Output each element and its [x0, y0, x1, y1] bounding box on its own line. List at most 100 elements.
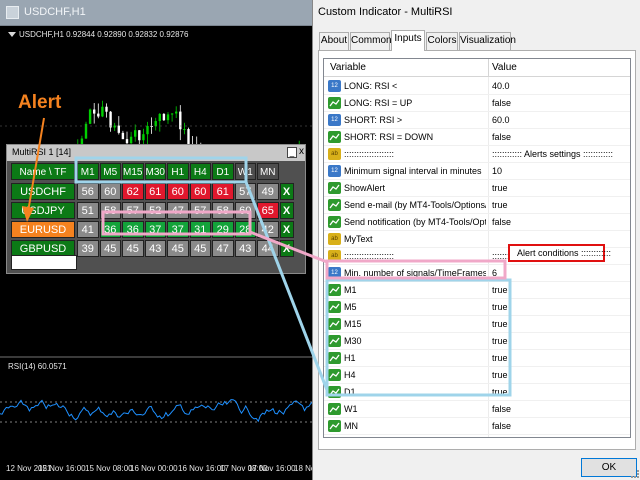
rsi-value-cell[interactable]: 60	[99, 183, 121, 200]
rsi-value-cell[interactable]: 36	[99, 221, 121, 238]
param-value[interactable]: 6	[492, 268, 497, 278]
rsi-value-cell[interactable]: 31	[189, 221, 211, 238]
param-value[interactable]: 40.0	[492, 81, 510, 91]
parameter-row[interactable]: M1 true	[324, 282, 630, 299]
multirsi-titlebar[interactable]: MultiRSI 1 [14] _ x	[7, 145, 305, 161]
rsi-value-cell[interactable]: 62	[122, 183, 144, 200]
parameter-row[interactable]: LONG: RSI = UP false	[324, 95, 630, 112]
parameter-row[interactable]: H4 true	[324, 367, 630, 384]
symbol-button-eurusd[interactable]: EURUSD	[11, 221, 75, 238]
rsi-value-cell[interactable]: 61	[144, 183, 166, 200]
param-value[interactable]: false	[492, 132, 511, 142]
param-value[interactable]: false	[492, 98, 511, 108]
rsi-value-cell[interactable]: 43	[144, 240, 166, 257]
rsi-value-cell[interactable]: 42	[257, 221, 279, 238]
param-value[interactable]: 10	[492, 166, 502, 176]
chart-titlebar[interactable]: USDCHF,H1	[0, 0, 312, 26]
parameter-row[interactable]: M30 true	[324, 333, 630, 350]
param-value[interactable]: true	[492, 319, 508, 329]
close-icon[interactable]: x	[299, 147, 309, 158]
rsi-value-cell[interactable]: 60	[234, 202, 256, 219]
timeframe-header-d1[interactable]: D1	[212, 163, 234, 180]
rsi-value-cell[interactable]: 36	[122, 221, 144, 238]
parameter-row[interactable]: 12 Min. number of signals/TimeFrames 6	[324, 265, 630, 282]
param-value[interactable]: true	[492, 302, 508, 312]
rsi-value-cell[interactable]: 28	[234, 221, 256, 238]
timeframe-header-m1[interactable]: M1	[77, 163, 99, 180]
rsi-value-cell[interactable]: 45	[99, 240, 121, 257]
timeframe-header-h4[interactable]: H4	[189, 163, 211, 180]
column-divider[interactable]	[488, 59, 489, 77]
rsi-value-cell[interactable]: 58	[212, 202, 234, 219]
symbol-button-usdchf[interactable]: USDCHF	[11, 183, 75, 200]
rsi-value-cell[interactable]: 45	[189, 240, 211, 257]
param-value[interactable]: false	[492, 404, 511, 414]
timeframe-header-m5[interactable]: M5	[99, 163, 121, 180]
parameter-row[interactable]: Send notification (by MT4-Tools/Optio...…	[324, 214, 630, 231]
timeframe-header-w1[interactable]: W1	[234, 163, 256, 180]
tab-visualization[interactable]: Visualization	[459, 32, 516, 50]
rsi-value-cell[interactable]: 52	[144, 202, 166, 219]
param-value[interactable]: false	[492, 421, 511, 431]
parameter-row[interactable]: H1 true	[324, 350, 630, 367]
parameter-row[interactable]: ab:::::::::::::::::::::::::::::::: Alert…	[324, 146, 630, 163]
rsi-value-cell[interactable]: 57	[189, 202, 211, 219]
rsi-value-cell[interactable]: 29	[212, 221, 234, 238]
parameter-row[interactable]: MN false	[324, 418, 630, 435]
timeframe-header-m15[interactable]: M15	[122, 163, 144, 180]
parameter-row[interactable]: 12 LONG: RSI < 40.0	[324, 78, 630, 95]
value-column-header[interactable]: Value	[492, 62, 517, 73]
param-value[interactable]: 60.0	[492, 115, 510, 125]
rsi-value-cell[interactable]: 37	[167, 221, 189, 238]
rsi-value-cell[interactable]: 37	[144, 221, 166, 238]
param-value[interactable]: true	[492, 285, 508, 295]
tab-colors[interactable]: Colors	[426, 32, 458, 50]
rsi-value-cell[interactable]: 44	[257, 240, 279, 257]
rsi-value-cell[interactable]: 57	[234, 183, 256, 200]
variable-column-header[interactable]: Variable	[330, 62, 366, 73]
parameter-row[interactable]: M5 true	[324, 299, 630, 316]
remove-symbol-button[interactable]: X	[279, 202, 294, 219]
ok-button[interactable]: OK	[581, 458, 637, 477]
param-value[interactable]: :::::::::::: Alerts settings :::::::::::…	[492, 149, 613, 159]
resize-grip-icon[interactable]	[631, 470, 639, 478]
rsi-value-cell[interactable]: 60	[167, 183, 189, 200]
param-value[interactable]: true	[492, 370, 508, 380]
tab-about[interactable]: About	[319, 32, 349, 50]
timeframe-header-m30[interactable]: M30	[144, 163, 166, 180]
minimize-button[interactable]: _	[287, 147, 297, 158]
rsi-value-cell[interactable]: 39	[77, 240, 99, 257]
parameter-row[interactable]: W1 false	[324, 401, 630, 418]
param-value[interactable]: true	[492, 336, 508, 346]
remove-symbol-button[interactable]: X	[279, 221, 294, 238]
timeframe-header-mn[interactable]: MN	[257, 163, 279, 180]
rsi-value-cell[interactable]: 65	[257, 202, 279, 219]
parameter-row[interactable]: 12 SHORT: RSI > 60.0	[324, 112, 630, 129]
rsi-value-cell[interactable]: 47	[212, 240, 234, 257]
param-value[interactable]: true	[492, 200, 508, 210]
rsi-value-cell[interactable]: 56	[77, 183, 99, 200]
rsi-value-cell[interactable]: 47	[167, 202, 189, 219]
rsi-value-cell[interactable]: 58	[99, 202, 121, 219]
rsi-value-cell[interactable]: 51	[77, 202, 99, 219]
param-value[interactable]: true	[492, 387, 508, 397]
symbol-button-usdjpy[interactable]: USDJPY	[11, 202, 75, 219]
rsi-value-cell[interactable]: 60	[189, 183, 211, 200]
rsi-value-cell[interactable]: 61	[212, 183, 234, 200]
parameter-row[interactable]: Send e-mail (by MT4-Tools/Options/) true	[324, 197, 630, 214]
param-value[interactable]: false	[492, 217, 511, 227]
remove-symbol-button[interactable]: X	[279, 240, 294, 257]
rsi-chart[interactable]	[0, 358, 312, 458]
rsi-value-cell[interactable]: 43	[234, 240, 256, 257]
timeframe-header-h1[interactable]: H1	[167, 163, 189, 180]
parameter-row[interactable]: SHORT: RSI = DOWN false	[324, 129, 630, 146]
param-value[interactable]: true	[492, 183, 508, 193]
rsi-value-cell[interactable]: 49	[257, 183, 279, 200]
multirsi-text-input[interactable]	[11, 255, 77, 270]
tab-inputs[interactable]: Inputs	[391, 30, 425, 51]
tab-common[interactable]: Common	[350, 32, 392, 50]
remove-symbol-button[interactable]: X	[279, 183, 294, 200]
parameter-row[interactable]: M15 true	[324, 316, 630, 333]
rsi-value-cell[interactable]: 57	[122, 202, 144, 219]
param-value[interactable]: true	[492, 353, 508, 363]
